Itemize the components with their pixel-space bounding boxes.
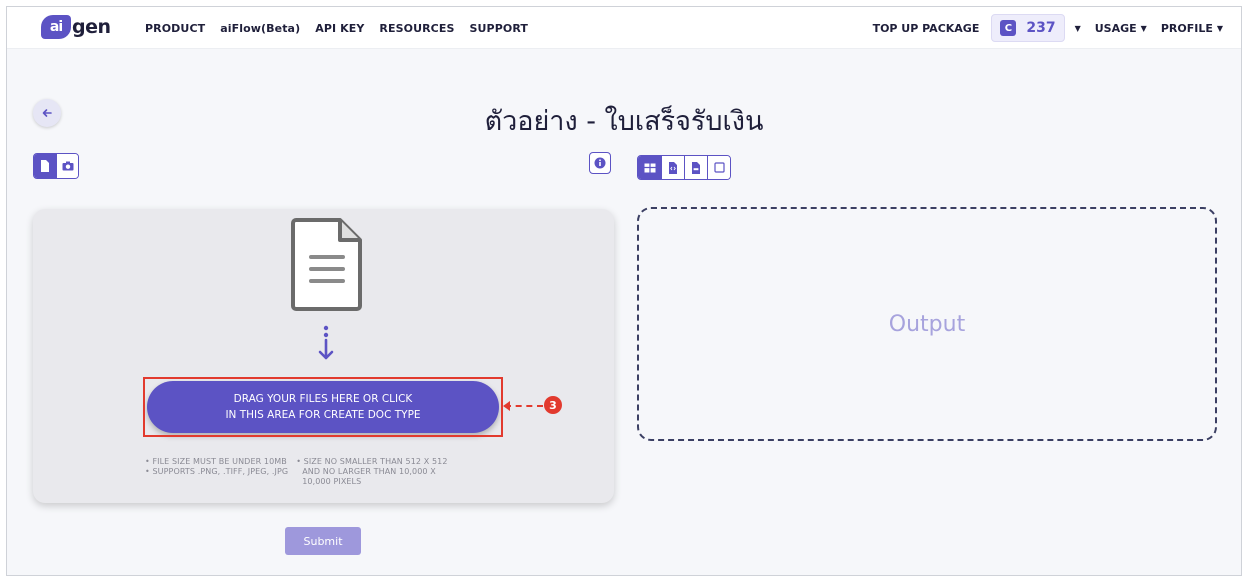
arrow-down-icon — [318, 325, 334, 360]
page-title: ตัวอย่าง - ใบเสร็จรับเงิน — [484, 106, 764, 137]
table-icon — [644, 163, 655, 172]
credit-value: 237 — [1026, 20, 1056, 36]
profile-label: PROFILE — [1160, 21, 1213, 35]
nav-api-key[interactable]: API KEY — [315, 22, 364, 35]
nav-support[interactable]: SUPPORT — [470, 22, 529, 35]
annotation-dashed-line — [505, 405, 543, 407]
chevron-down-icon: ▼ — [1216, 23, 1223, 33]
annotation-arrowhead-icon — [503, 401, 510, 411]
top-up-package-link[interactable]: TOP UP PACKAGE — [873, 22, 980, 35]
camera-icon — [62, 161, 73, 171]
requirement-dimension-3: 10,000 PIXELS — [302, 477, 362, 486]
camera-mode-button[interactable] — [56, 154, 78, 178]
usage-label: USAGE — [1094, 21, 1137, 35]
input-mode-toggle — [33, 153, 79, 179]
json-view-button[interactable] — [661, 156, 684, 179]
info-button[interactable] — [589, 152, 611, 174]
info-icon — [594, 157, 606, 169]
requirement-file-size: • FILE SIZE MUST BE UNDER 10MB — [145, 457, 287, 466]
csv-view-button[interactable] — [684, 156, 707, 179]
credit-coin-icon: C — [1000, 20, 1017, 36]
main-nav: PRODUCT aiFlow(Beta) API KEY RESOURCES S… — [145, 7, 528, 49]
credit-dropdown-icon[interactable]: ▼ — [1075, 24, 1081, 33]
chevron-down-icon: ▼ — [1140, 23, 1147, 33]
output-panel: Output — [637, 207, 1217, 441]
logo-mark: ai — [41, 15, 71, 39]
requirements-col-1: • FILE SIZE MUST BE UNDER 10MB • SUPPORT… — [145, 457, 288, 487]
file-icon — [41, 160, 49, 172]
aigen-logo[interactable]: ai gen — [41, 13, 111, 41]
nav-resources[interactable]: RESOURCES — [379, 22, 454, 35]
requirements-col-2: • SIZE NO SMALLER THAN 512 X 512 AND NO … — [296, 457, 447, 487]
csv-file-icon — [692, 161, 700, 174]
top-navbar: ai gen PRODUCT aiFlow(Beta) API KEY RESO… — [7, 7, 1241, 49]
requirement-dimension-1: • SIZE NO SMALLER THAN 512 X 512 — [296, 457, 448, 466]
usage-menu[interactable]: USAGE ▼ — [1095, 22, 1147, 35]
document-mode-button[interactable] — [34, 154, 56, 178]
requirement-dimension-2: AND NO LARGER THAN 10,000 X — [302, 467, 436, 476]
raw-view-button[interactable] — [707, 156, 730, 179]
annotation-step-badge: 3 — [544, 396, 562, 414]
profile-menu[interactable]: PROFILE ▼ — [1161, 22, 1223, 35]
output-format-toggle — [637, 155, 731, 180]
submit-button[interactable]: Submit — [285, 527, 361, 555]
credit-balance[interactable]: C 237 — [991, 14, 1065, 42]
requirement-formats: • SUPPORTS .PNG, .TIFF, JPEG, .JPG — [145, 467, 289, 476]
logo-text: gen — [72, 16, 111, 38]
upload-dropzone[interactable]: DRAG YOUR FILES HERE OR CLICK IN THIS AR… — [33, 209, 614, 503]
output-placeholder: Output — [888, 311, 966, 337]
table-view-button[interactable] — [638, 156, 661, 179]
json-file-icon — [669, 161, 677, 174]
nav-aiflow[interactable]: aiFlow(Beta) — [220, 22, 300, 35]
app-window: ai gen PRODUCT aiFlow(Beta) API KEY RESO… — [6, 6, 1242, 576]
upload-requirements: • FILE SIZE MUST BE UNDER 10MB • SUPPORT… — [145, 457, 448, 487]
account-nav: TOP UP PACKAGE C 237 ▼ USAGE ▼ PROFILE ▼ — [873, 7, 1223, 49]
annotation-highlight-box — [143, 377, 503, 437]
nav-product[interactable]: PRODUCT — [145, 22, 205, 35]
document-icon — [291, 218, 362, 311]
square-icon — [713, 162, 725, 173]
